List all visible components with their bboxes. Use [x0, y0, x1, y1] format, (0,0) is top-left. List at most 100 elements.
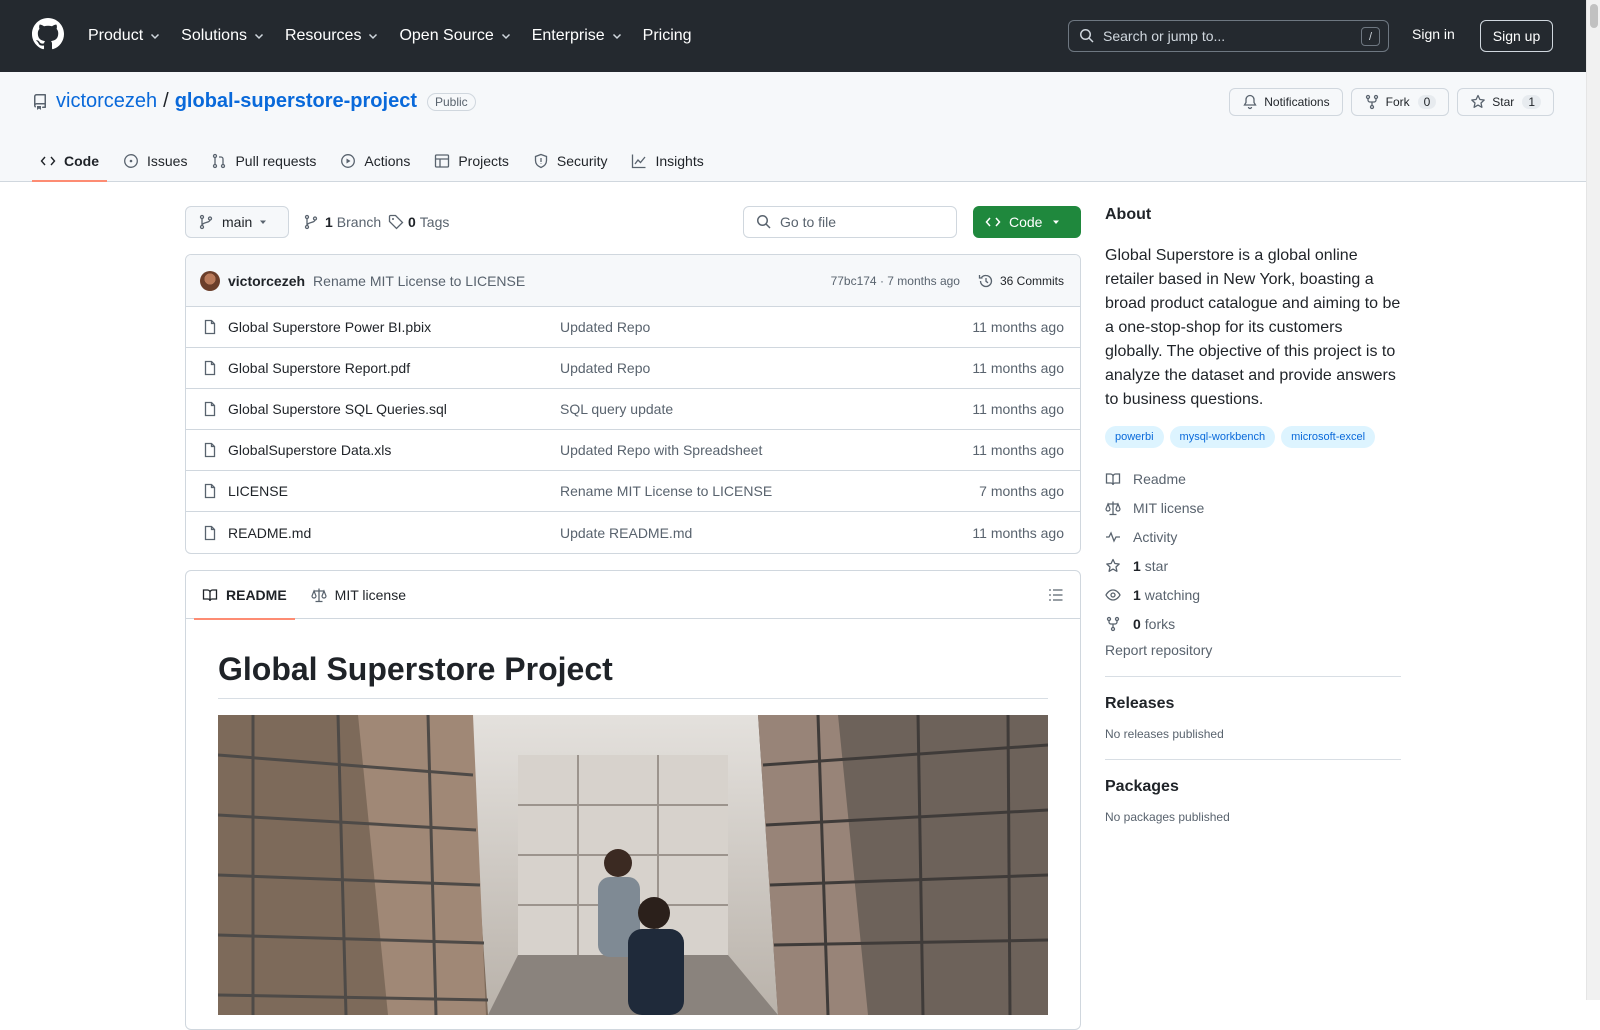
commit-hash-time[interactable]: 77bc174 · 7 months ago — [831, 274, 960, 288]
topic-tag[interactable]: mysql-workbench — [1169, 426, 1276, 448]
page-scrollbar[interactable] — [1586, 0, 1600, 1000]
file-name-link[interactable]: GlobalSuperstore Data.xls — [228, 442, 560, 458]
sign-in-link[interactable]: Sign in — [1412, 26, 1455, 42]
repo-actions: Notifications Fork 0 Star 1 — [1221, 88, 1554, 116]
file-icon — [204, 319, 216, 335]
eye-icon — [1105, 588, 1121, 601]
topic-tag[interactable]: microsoft-excel — [1281, 426, 1376, 448]
nav-open-source[interactable]: Open Source — [399, 27, 511, 45]
forks-link[interactable]: 0 forks — [1105, 609, 1401, 638]
search-placeholder: Search or jump to... — [1103, 28, 1226, 44]
file-row[interactable]: Global Superstore SQL Queries.sql SQL qu… — [186, 389, 1080, 430]
file-commit-time: 11 months ago — [972, 319, 1064, 335]
readme-link[interactable]: Readme — [1105, 464, 1401, 493]
nav-product[interactable]: Product — [88, 27, 161, 45]
file-row[interactable]: Global Superstore Report.pdf Updated Rep… — [186, 348, 1080, 389]
tab-readme[interactable]: README — [194, 571, 295, 620]
commits-history-link[interactable]: 36 Commits — [978, 273, 1064, 289]
file-commit-message[interactable]: Updated Repo — [560, 319, 650, 335]
file-commit-message[interactable]: Rename MIT License to LICENSE — [560, 483, 772, 499]
readme-title: Global Superstore Project — [218, 651, 1048, 699]
tab-projects[interactable]: Projects — [426, 140, 517, 182]
file-icon — [204, 483, 216, 499]
star-button[interactable]: Star 1 — [1457, 88, 1554, 116]
github-logo-icon[interactable] — [32, 18, 64, 50]
nav-solutions[interactable]: Solutions — [181, 27, 265, 45]
nav-enterprise[interactable]: Enterprise — [532, 27, 623, 45]
branch-select-button[interactable]: main — [185, 206, 289, 238]
code-dropdown-button[interactable]: Code — [973, 206, 1081, 238]
commits-count-label: 36 Commits — [999, 273, 1064, 288]
tab-insights[interactable]: Insights — [623, 140, 711, 182]
notifications-button[interactable]: Notifications — [1229, 88, 1343, 116]
go-to-file-input[interactable]: Go to file — [743, 206, 957, 238]
tab-label: Code — [64, 153, 99, 169]
scrollbar-thumb[interactable] — [1590, 4, 1598, 28]
watching-count: 1 — [1133, 586, 1141, 603]
file-commit-message[interactable]: SQL query update — [560, 401, 673, 417]
file-row[interactable]: GlobalSuperstore Data.xls Updated Repo w… — [186, 430, 1080, 471]
repo-tabs: Code Issues Pull requests Actions Projec… — [32, 140, 720, 182]
global-nav: Product Solutions Resources Open Source … — [88, 0, 712, 72]
stars-link[interactable]: 1 star — [1105, 551, 1401, 580]
forks-count: 0 — [1133, 615, 1141, 632]
warehouse-photo — [218, 715, 1048, 1015]
law-icon — [311, 588, 327, 602]
tab-code[interactable]: Code — [32, 140, 107, 182]
file-commit-message[interactable]: Update README.md — [560, 525, 692, 541]
repo-name-link[interactable]: global-superstore-project — [175, 90, 417, 113]
nav-label: Pricing — [642, 27, 692, 44]
file-name-link[interactable]: README.md — [228, 525, 560, 541]
file-name-link[interactable]: Global Superstore Report.pdf — [228, 360, 560, 376]
file-commit-message[interactable]: Updated Repo with Spreadsheet — [560, 442, 762, 458]
tag-label: Tags — [419, 214, 450, 230]
fork-icon — [1106, 616, 1120, 631]
tab-license[interactable]: MIT license — [303, 571, 414, 619]
commit-message-link[interactable]: Rename MIT License to LICENSE — [313, 273, 525, 289]
readme-warehouse-image — [218, 715, 1048, 1015]
fork-label: Fork — [1385, 95, 1410, 109]
commit-author-link[interactable]: victorcezeh — [228, 273, 305, 289]
file-row[interactable]: README.md Update README.md 11 months ago — [186, 512, 1080, 553]
tab-actions[interactable]: Actions — [332, 140, 418, 182]
chevron-down-icon — [612, 33, 621, 40]
repo-title: victorcezeh / global-superstore-project … — [32, 90, 476, 113]
repo-owner-link[interactable]: victorcezeh — [56, 90, 157, 113]
file-row[interactable]: LICENSE Rename MIT License to LICENSE 7 … — [186, 471, 1080, 512]
sign-up-button[interactable]: Sign up — [1480, 20, 1553, 52]
nav-pricing[interactable]: Pricing — [643, 27, 692, 45]
file-commit-message[interactable]: Updated Repo — [560, 360, 650, 376]
tag-icon — [388, 214, 404, 230]
tab-security[interactable]: Security — [525, 140, 616, 182]
repo-header: victorcezeh / global-superstore-project … — [0, 72, 1586, 182]
packages-heading[interactable]: Packages — [1105, 778, 1401, 796]
topic-tag[interactable]: powerbi — [1105, 426, 1164, 448]
tags-link[interactable]: 0 Tags — [388, 214, 449, 230]
branches-link[interactable]: 1 Branch — [303, 214, 381, 230]
star-label: Star — [1492, 95, 1515, 109]
global-search-input[interactable]: Search or jump to... / — [1068, 20, 1389, 52]
releases-heading[interactable]: Releases — [1105, 695, 1401, 713]
file-name-link[interactable]: Global Superstore Power BI.pbix — [228, 319, 560, 335]
file-name-link[interactable]: LICENSE — [228, 483, 560, 499]
watchers-link[interactable]: 1 watching — [1105, 580, 1401, 609]
stars-count: 1 — [1133, 557, 1141, 574]
nav-label: Enterprise — [531, 27, 605, 44]
file-row[interactable]: Global Superstore Power BI.pbix Updated … — [186, 307, 1080, 348]
repo-separator: / — [163, 90, 169, 112]
about-links: Readme MIT license Activity 1 star 1 wat… — [1105, 464, 1401, 638]
about-description: Global Superstore is a global online ret… — [1105, 247, 1401, 408]
file-name-link[interactable]: Global Superstore SQL Queries.sql — [228, 401, 560, 417]
fork-counter: 0 — [1417, 95, 1437, 109]
nav-resources[interactable]: Resources — [285, 27, 379, 45]
avatar[interactable] — [200, 270, 220, 291]
list-outline-icon[interactable] — [1048, 587, 1064, 603]
tab-pull-requests[interactable]: Pull requests — [203, 140, 324, 182]
repo-icon — [34, 93, 46, 110]
fork-button[interactable]: Fork 0 — [1350, 88, 1450, 116]
visibility-badge: Public — [426, 92, 476, 111]
report-repository-link[interactable]: Report repository — [1105, 642, 1401, 658]
tab-issues[interactable]: Issues — [115, 140, 195, 182]
activity-link[interactable]: Activity — [1105, 522, 1401, 551]
license-link[interactable]: MIT license — [1105, 493, 1401, 522]
